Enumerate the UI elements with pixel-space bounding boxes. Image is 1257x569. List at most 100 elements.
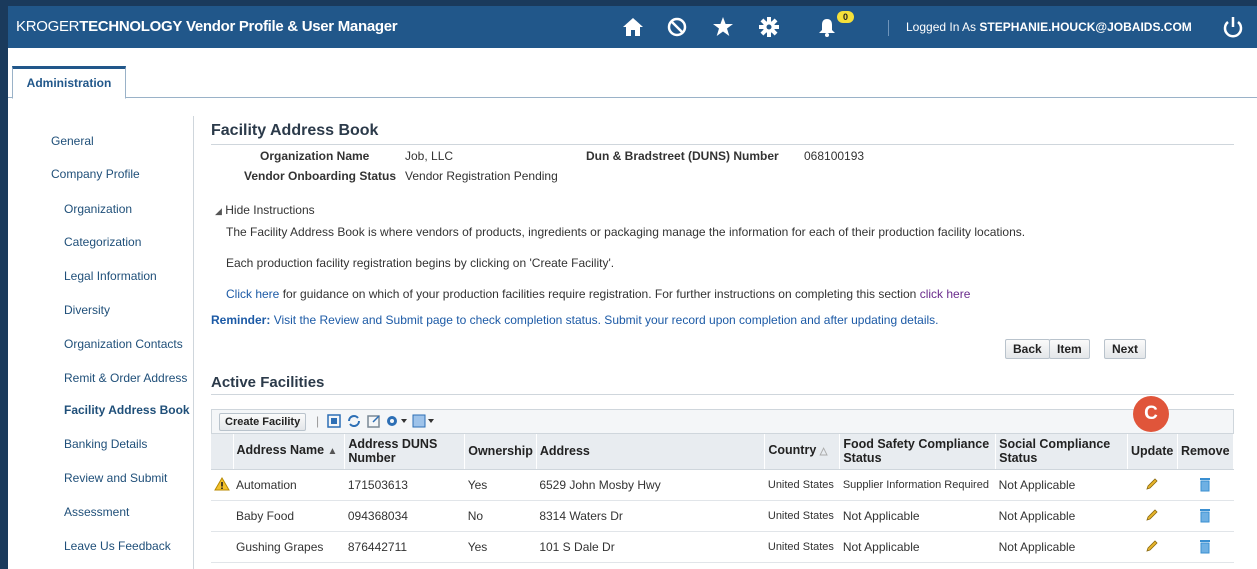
instruction-text-3: Click here for guidance on which of your… <box>226 287 970 301</box>
row-status-cell <box>211 531 233 563</box>
remove-trash-icon[interactable] <box>1177 531 1234 563</box>
table-row: Gushing Grapes 876442711 Yes 101 S Dale … <box>211 531 1234 563</box>
blocked-icon[interactable] <box>664 14 690 40</box>
update-pencil-icon[interactable] <box>1127 531 1178 563</box>
update-pencil-icon[interactable] <box>1127 500 1178 532</box>
columns-view-icon[interactable] <box>412 413 436 432</box>
cell-address-name: Baby Food <box>233 500 345 532</box>
instruction-text-3-body: for guidance on which of your production… <box>282 287 917 301</box>
sidebar-item-facility-address-book[interactable]: Facility Address Book <box>64 403 190 417</box>
table-header-row: Address Name ▲ Address DUNS Number Owner… <box>211 434 1235 470</box>
cell-country: United States <box>764 469 840 501</box>
further-instructions-link[interactable]: click here <box>920 287 971 301</box>
org-name-value: Job, LLC <box>405 149 454 163</box>
cell-address: 101 S Dale Dr <box>536 531 765 563</box>
tab-strip: Administration <box>8 64 1257 99</box>
callout-marker: C <box>1133 396 1169 432</box>
header-address-duns: Address DUNS Number <box>344 434 466 470</box>
reminder-label: Reminder: <box>211 313 271 327</box>
reminder-text: Reminder: Visit the Review and Submit pa… <box>211 313 939 327</box>
sidebar-item-company-profile[interactable]: Company Profile <box>51 167 140 181</box>
reminder-body: Visit the Review and Submit page to chec… <box>273 313 939 327</box>
header-country-label: Country <box>768 443 817 458</box>
export-icon[interactable] <box>366 413 382 432</box>
cell-address-name: Automation <box>233 469 345 501</box>
remove-trash-icon[interactable] <box>1177 500 1234 532</box>
facilities-table: Address Name ▲ Address DUNS Number Owner… <box>211 434 1235 563</box>
remove-trash-icon[interactable] <box>1177 469 1234 501</box>
section-divider <box>211 394 1234 395</box>
header-food-safety: Food Safety Compliance Status <box>839 434 997 470</box>
cell-address-duns: 094368034 <box>344 500 465 532</box>
hide-instructions-toggle[interactable]: ◢ Hide Instructions <box>215 203 315 217</box>
brand-product: Vendor Profile & User Manager <box>185 18 398 35</box>
org-name-label: Organization Name <box>260 149 370 163</box>
header-status-cell <box>211 434 234 470</box>
cell-social-compliance: Not Applicable <box>995 531 1128 563</box>
item-button[interactable]: Item <box>1049 339 1090 359</box>
notification-badge: 0 <box>837 11 855 23</box>
sidebar-item-diversity[interactable]: Diversity <box>64 303 110 317</box>
cell-food-safety: Not Applicable <box>839 531 996 563</box>
instruction-text-2: Each production facility registration be… <box>226 256 615 270</box>
hide-instructions-label: Hide Instructions <box>225 203 315 217</box>
sidebar-item-categorization[interactable]: Categorization <box>64 235 141 249</box>
header-social-compliance: Social Compliance Status <box>995 434 1128 470</box>
sidebar-item-leave-us-feedback[interactable]: Leave Us Feedback <box>64 539 171 553</box>
sidebar-item-organization[interactable]: Organization <box>64 202 132 216</box>
table-row: Automation 171503613 Yes 6529 John Mosby… <box>211 469 1234 501</box>
duns-value: 068100193 <box>804 149 865 163</box>
sidebar-item-organization-contacts[interactable]: Organization Contacts <box>64 337 183 351</box>
table-toolbar: Create Facility | <box>211 409 1234 434</box>
sidebar-item-legal-information[interactable]: Legal Information <box>64 269 157 283</box>
header-address-name[interactable]: Address Name ▲ <box>233 434 346 470</box>
create-facility-button[interactable]: Create Facility <box>219 413 307 431</box>
page-title: Facility Address Book <box>211 122 379 139</box>
header-country[interactable]: Country △ <box>764 434 841 470</box>
header-ownership: Ownership <box>464 434 537 470</box>
cell-food-safety: Supplier Information Required <box>839 469 996 501</box>
collapse-triangle-icon: ◢ <box>215 206 222 216</box>
brand-technology: TECHNOLOGY <box>79 18 183 35</box>
header-address-name-label: Address Name <box>236 443 325 458</box>
sidebar-item-banking-details[interactable]: Banking Details <box>64 437 147 451</box>
sidebar-item-remit-order-address[interactable]: Remit & Order Address <box>64 371 187 385</box>
header-update: Update <box>1127 434 1178 470</box>
home-icon[interactable] <box>620 14 646 40</box>
onboarding-status-value: Vendor Registration Pending <box>405 169 558 183</box>
cell-ownership: Yes <box>464 469 537 501</box>
sidebar-item-review-and-submit[interactable]: Review and Submit <box>64 471 167 485</box>
cell-country: United States <box>764 531 840 563</box>
cell-address-name: Gushing Grapes <box>233 531 345 563</box>
back-button[interactable]: Back <box>1005 339 1050 359</box>
sort-ascending-icon[interactable]: ▲ <box>328 446 338 457</box>
sidebar-item-assessment[interactable]: Assessment <box>64 505 129 519</box>
tab-administration[interactable]: Administration <box>12 66 126 99</box>
cell-address-duns: 171503613 <box>344 469 465 501</box>
cell-social-compliance: Not Applicable <box>995 469 1128 501</box>
header-divider <box>888 20 889 36</box>
settings-gear-icon[interactable] <box>756 14 782 40</box>
cell-ownership: No <box>464 500 537 532</box>
favorites-star-icon[interactable] <box>710 14 736 40</box>
guidance-click-here-link[interactable]: Click here <box>226 287 279 301</box>
brand-kroger: KROGER <box>16 18 80 35</box>
detach-table-icon[interactable] <box>326 413 342 432</box>
toolbar-separator: | <box>316 414 320 428</box>
refresh-icon[interactable] <box>346 413 362 432</box>
table-settings-gear-icon[interactable] <box>384 413 408 432</box>
warning-icon <box>211 469 233 501</box>
row-status-cell <box>211 500 233 532</box>
cell-social-compliance: Not Applicable <box>995 500 1128 532</box>
logged-in-info: Logged In As STEPHANIE.HOUCK@JOBAIDS.COM <box>906 20 1192 34</box>
sidebar-item-general[interactable]: General <box>51 134 94 148</box>
cell-address: 6529 John Mosby Hwy <box>536 469 765 501</box>
logged-in-label: Logged In As <box>906 20 977 34</box>
logout-power-icon[interactable] <box>1220 14 1246 40</box>
update-pencil-icon[interactable] <box>1127 469 1178 501</box>
active-facilities-title: Active Facilities <box>211 374 325 391</box>
sort-toggle-icon[interactable]: △ <box>820 446 828 457</box>
next-button[interactable]: Next <box>1104 339 1147 359</box>
cell-food-safety: Not Applicable <box>839 500 996 532</box>
table-row: Baby Food 094368034 No 8314 Waters Dr Un… <box>211 500 1234 532</box>
